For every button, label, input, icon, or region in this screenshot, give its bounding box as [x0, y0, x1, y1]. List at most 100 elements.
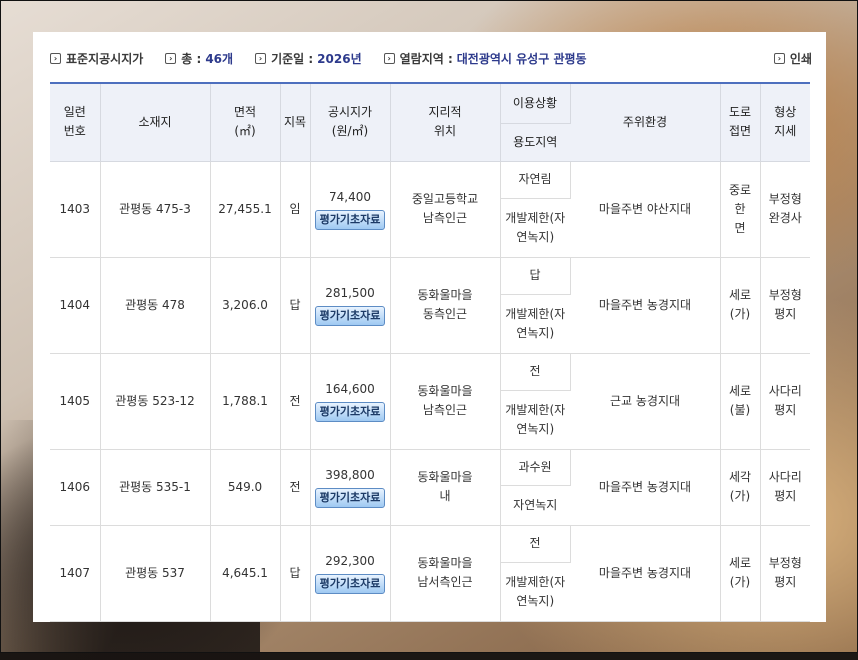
cell-price: 74,400 평가기초자료 [310, 161, 391, 258]
summary-title-text: 표준지공시지가 [66, 51, 144, 66]
cell-address: 관평동 537 [100, 525, 211, 622]
cell-serial: 1405 [50, 353, 101, 450]
header-serial: 일련 번호 [50, 82, 101, 162]
price-value: 281,500 [325, 286, 375, 300]
cell-zoning: 개발제한(자 연녹지) [500, 562, 570, 622]
header-address: 소재지 [100, 82, 211, 162]
table-body: 1403 관평동 475-3 27,455.1 임 74,400 평가기초자료 중일고등학교… [50, 161, 810, 622]
arrow-icon: › [50, 52, 61, 64]
cell-road: 중로한 면 [720, 161, 761, 258]
cell-area: 3,206.0 [210, 257, 281, 354]
cell-usage-status: 전 [500, 353, 571, 391]
cell-location: 동화울마을 남서측인근 [390, 525, 501, 622]
header-surroundings: 주위환경 [570, 82, 721, 162]
price-value: 398,800 [325, 468, 375, 482]
cell-surroundings: 마을주변 농경지대 [570, 257, 721, 354]
cell-price: 164,600 평가기초자료 [310, 353, 391, 450]
price-value: 164,600 [325, 382, 375, 396]
table-row: 1406 관평동 535-1 549.0 전 398,800 평가기초자료 동화울마을 내과… [50, 449, 810, 526]
cell-serial: 1406 [50, 449, 101, 526]
header-zoning: 용도지역 [500, 123, 570, 162]
summary-region: › 열람지역 : 대전광역시 유성구 관평동 [383, 50, 587, 67]
cell-price: 398,800 평가기초자료 [310, 449, 391, 526]
cell-road: 세각 (가) [720, 449, 761, 526]
cell-zoning: 개발제한(자 연녹지) [500, 294, 570, 354]
appraisal-data-button[interactable]: 평가기초자료 [314, 210, 386, 230]
region-value: 대전광역시 유성구 관평동 [456, 51, 587, 66]
price-value: 74,400 [329, 190, 371, 204]
cell-land-category: 전 [280, 353, 311, 450]
cell-serial: 1404 [50, 257, 101, 354]
cell-area: 549.0 [210, 449, 281, 526]
header-land-category: 지목 [280, 82, 311, 162]
header-usage-status: 이용상황 [500, 82, 571, 124]
cell-road: 세로 (불) [720, 353, 761, 450]
header-shape: 형상 지세 [760, 82, 810, 162]
cell-surroundings: 마을주변 농경지대 [570, 525, 721, 622]
table-row: 1407 관평동 537 4,645.1 답 292,300 평가기초자료 동화울마을 남서… [50, 525, 810, 622]
land-price-table: 일련 번호 소재지 면적 (㎡) 지목 공시지가 (원/㎡) 지리적 위치 이용… [50, 82, 810, 622]
cell-address: 관평동 475-3 [100, 161, 211, 258]
cell-location: 동화울마을 남측인근 [390, 353, 501, 450]
appraisal-data-button[interactable]: 평가기초자료 [314, 574, 386, 594]
cell-shape: 부정형 완경사 [760, 161, 810, 258]
cell-location: 중일고등학교 남측인근 [390, 161, 501, 258]
print-label: 인쇄 [789, 51, 812, 66]
cell-zoning: 자연녹지 [500, 485, 570, 526]
appraisal-data-button[interactable]: 평가기초자료 [314, 306, 386, 326]
appraisal-data-button[interactable]: 평가기초자료 [314, 488, 386, 508]
header-price: 공시지가 (원/㎡) [310, 82, 391, 162]
land-price-panel: › 표준지공시지가 › 총 : 46개 › 기준일 : 2026년 › 열람지역… [33, 32, 826, 622]
cell-usage-status: 답 [500, 257, 571, 295]
arrow-icon: › [773, 52, 785, 64]
cell-usage-status: 전 [500, 525, 571, 563]
date-value: 2026년 [317, 51, 362, 66]
total-label: 총 : [181, 51, 202, 66]
region-label: 열람지역 : [399, 51, 453, 66]
cell-area: 4,645.1 [210, 525, 281, 622]
cell-serial: 1403 [50, 161, 101, 258]
header-road: 도로 접면 [720, 82, 761, 162]
cell-zoning: 개발제한(자 연녹지) [500, 198, 570, 258]
cell-zoning: 개발제한(자 연녹지) [500, 390, 570, 450]
cell-road: 세로 (가) [720, 525, 761, 622]
arrow-icon: › [383, 52, 395, 64]
print-button[interactable]: › 인쇄 [773, 50, 812, 67]
summary-total: › 총 : 46개 [165, 50, 233, 67]
header-location: 지리적 위치 [390, 82, 501, 162]
cell-shape: 부정형 평지 [760, 525, 810, 622]
cell-location: 동화울마을 동측인근 [390, 257, 501, 354]
cell-location: 동화울마을 내 [390, 449, 501, 526]
cell-surroundings: 마을주변 농경지대 [570, 449, 721, 526]
total-value: 46개 [205, 51, 234, 66]
cell-surroundings: 근교 농경지대 [570, 353, 721, 450]
cell-shape: 사다리 평지 [760, 449, 810, 526]
header-area: 면적 (㎡) [210, 82, 281, 162]
summary-title: › 표준지공시지가 [50, 50, 143, 67]
cell-address: 관평동 535-1 [100, 449, 211, 526]
cell-usage-status: 자연림 [500, 161, 571, 199]
cell-area: 27,455.1 [210, 161, 281, 258]
arrow-icon: › [165, 52, 177, 64]
cell-land-category: 답 [280, 525, 311, 622]
table-row: 1404 관평동 478 3,206.0 답 281,500 평가기초자료 동화울마을 동측… [50, 257, 810, 354]
cell-address: 관평동 478 [100, 257, 211, 354]
table-row: 1405 관평동 523-12 1,788.1 전 164,600 평가기초자료 동화울마을… [50, 353, 810, 450]
cell-serial: 1407 [50, 525, 101, 622]
arrow-icon: › [255, 52, 267, 64]
date-label: 기준일 : [271, 51, 314, 66]
price-value: 292,300 [325, 554, 375, 568]
summary-bar: › 표준지공시지가 › 총 : 46개 › 기준일 : 2026년 › 열람지역… [50, 49, 812, 67]
cell-land-category: 임 [280, 161, 311, 258]
cell-land-category: 전 [280, 449, 311, 526]
cell-shape: 부정형 평지 [760, 257, 810, 354]
cell-area: 1,788.1 [210, 353, 281, 450]
appraisal-data-button[interactable]: 평가기초자료 [314, 402, 386, 422]
table-row: 1403 관평동 475-3 27,455.1 임 74,400 평가기초자료 중일고등학교… [50, 161, 810, 258]
cell-shape: 사다리 평지 [760, 353, 810, 450]
cell-land-category: 답 [280, 257, 311, 354]
cell-road: 세로 (가) [720, 257, 761, 354]
cell-price: 292,300 평가기초자료 [310, 525, 391, 622]
cell-surroundings: 마을주변 야산지대 [570, 161, 721, 258]
summary-date: › 기준일 : 2026년 [255, 50, 362, 67]
